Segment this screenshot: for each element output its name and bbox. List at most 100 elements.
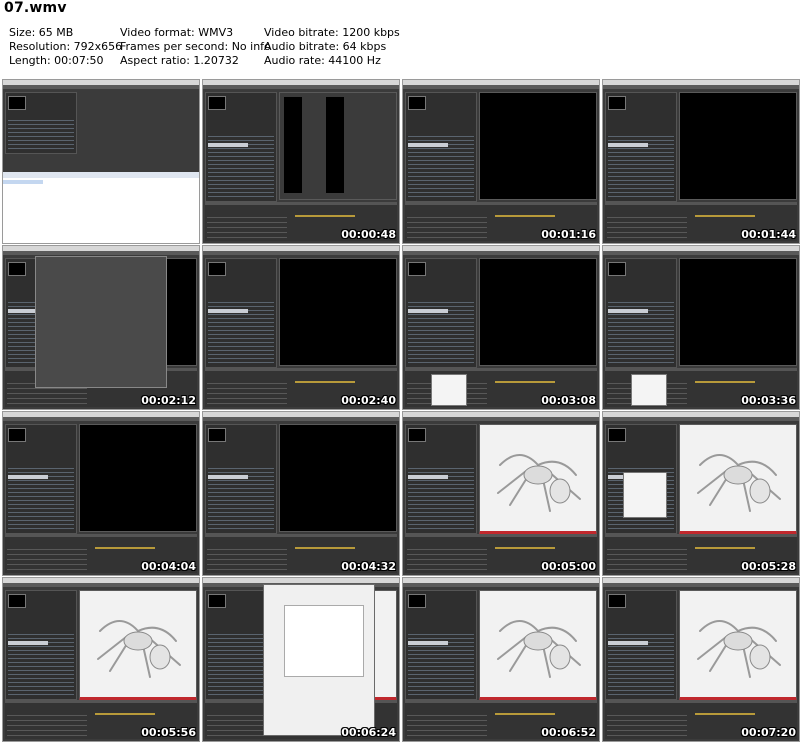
preview-frame <box>408 96 426 110</box>
project-panel <box>605 258 677 368</box>
ant-render-icon <box>497 620 581 678</box>
ant-render-icon <box>697 454 781 512</box>
preview-frame <box>208 262 226 276</box>
explorer-window <box>3 172 199 243</box>
thumbnail-timestamp: 00:07:20 <box>741 726 796 739</box>
preview-frame <box>608 96 626 110</box>
thumbnail-timestamp: 00:01:44 <box>741 228 796 241</box>
keyframe-track <box>295 547 355 549</box>
tool-bar <box>3 583 199 587</box>
video-thumbnail: 00:04:04 <box>2 411 200 576</box>
composition-viewer <box>479 424 597 536</box>
video-thumbnail: 00:01:16 <box>402 79 600 244</box>
keyframe-track <box>95 547 155 549</box>
ant-render-icon <box>697 620 781 678</box>
selected-item <box>608 309 648 313</box>
project-panel <box>605 590 677 700</box>
preview-frame <box>8 428 26 442</box>
composition-viewer <box>479 92 597 200</box>
thumbnail-timestamp: 00:03:08 <box>541 394 596 407</box>
size-info: Size: 65 MB <box>9 26 74 39</box>
tool-bar <box>3 85 199 89</box>
project-panel <box>205 92 277 202</box>
thumbnail-timestamp: 00:05:00 <box>541 560 596 573</box>
keyframe-track <box>695 547 755 549</box>
thumbnail-timestamp: 00:02:40 <box>341 394 396 407</box>
project-panel <box>205 258 277 368</box>
composition-viewer <box>479 258 597 366</box>
preview-frame <box>608 594 626 608</box>
project-list <box>8 117 74 151</box>
project-panel <box>5 92 77 154</box>
video-thumbnail: 00:00:48 <box>202 79 400 244</box>
thumbnail-grid: 00:00:48 00:01:16 00:01:44 00:02:12 00:02:40… <box>2 79 800 744</box>
tool-bar <box>203 251 399 255</box>
file-dialog <box>263 584 375 736</box>
info-column-3: Video bitrate: 1200 kbps Audio bitrate: … <box>264 26 400 68</box>
ant-render-icon <box>497 454 581 512</box>
thumbnail-timestamp: 00:03:36 <box>741 394 796 407</box>
project-panel <box>5 590 77 700</box>
thumbnail-timestamp: 00:04:04 <box>141 560 196 573</box>
context-menu <box>431 374 467 406</box>
audio-bitrate-info: Audio bitrate: 64 kbps <box>264 40 387 53</box>
composition-viewer <box>279 92 397 200</box>
selected-item <box>408 641 448 645</box>
project-panel <box>405 92 477 202</box>
keyframe-track <box>95 713 155 715</box>
audio-rate-info: Audio rate: 44100 Hz <box>264 54 381 67</box>
keyframe-track <box>295 381 355 383</box>
project-panel <box>405 590 477 700</box>
preview-frame <box>8 262 26 276</box>
tool-bar <box>403 251 599 255</box>
resolution-info: Resolution: 792x656 <box>9 40 123 53</box>
video-thumbnail: 00:04:32 <box>202 411 400 576</box>
keyframe-track <box>695 215 755 217</box>
video-thumbnail: 00:06:24 <box>202 577 400 742</box>
thumbnail-timestamp: 00:06:24 <box>341 726 396 739</box>
preview-frame <box>8 96 26 110</box>
composition-viewer <box>679 92 797 200</box>
context-menu <box>631 374 667 406</box>
tool-bar <box>3 417 199 421</box>
thumbnail-timestamp: 00:02:12 <box>141 394 196 407</box>
project-panel <box>205 424 277 534</box>
selected-item <box>8 641 48 645</box>
video-thumbnail: 00:06:52 <box>402 577 600 742</box>
keyframe-track <box>495 215 555 217</box>
video-thumbnail: 00:05:56 <box>2 577 200 742</box>
project-panel <box>5 424 77 534</box>
tool-bar <box>603 583 799 587</box>
project-panel <box>405 258 477 368</box>
video-thumbnail: 00:03:36 <box>602 245 800 410</box>
selected-item <box>8 475 48 479</box>
composition-viewer <box>679 258 797 366</box>
video-thumbnail: 00:01:44 <box>602 79 800 244</box>
file-list <box>284 605 364 677</box>
info-column-2: Video format: WMV3 Frames per second: No… <box>120 26 271 68</box>
thumbnail-timestamp: 00:04:32 <box>341 560 396 573</box>
composition-viewer <box>479 590 597 702</box>
video-thumbnail: 00:02:40 <box>202 245 400 410</box>
tool-bar <box>603 417 799 421</box>
tool-bar <box>203 417 399 421</box>
selected-item <box>208 309 248 313</box>
length-info: Length: 00:07:50 <box>9 54 104 67</box>
keyframe-track <box>495 713 555 715</box>
video-format-info: Video format: WMV3 <box>120 26 234 39</box>
composition-viewer <box>279 258 397 366</box>
preview-frame <box>408 428 426 442</box>
keyframe-track <box>495 547 555 549</box>
keyframe-track <box>495 381 555 383</box>
preview-frame <box>608 262 626 276</box>
tool-bar <box>403 85 599 89</box>
composition-viewer <box>679 424 797 536</box>
project-panel <box>605 92 677 202</box>
video-thumbnail: 00:05:00 <box>402 411 600 576</box>
selected-item <box>408 309 448 313</box>
keyframe-track <box>695 381 755 383</box>
thumbnail-timestamp: 00:00:48 <box>341 228 396 241</box>
project-panel <box>405 424 477 534</box>
selected-item <box>208 143 248 147</box>
preview-frame <box>408 262 426 276</box>
